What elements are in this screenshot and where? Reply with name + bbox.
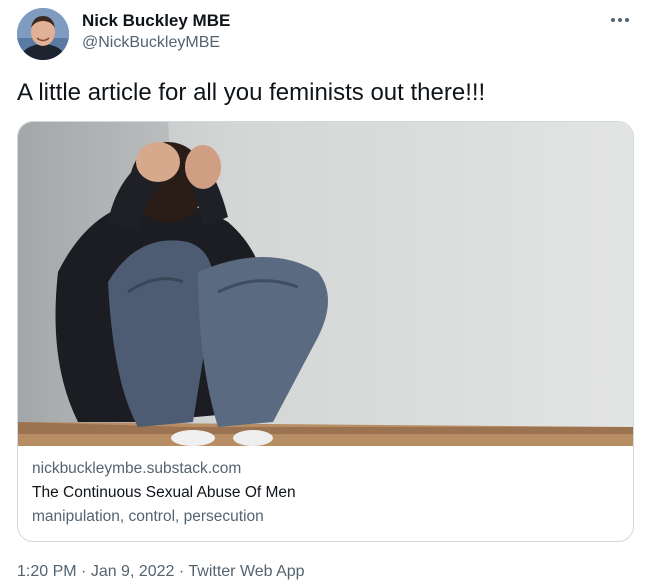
tweet: Nick Buckley MBE @NickBuckleyMBE A littl… (0, 0, 648, 588)
author-handle[interactable]: @NickBuckleyMBE (82, 33, 220, 53)
link-preview-card[interactable]: nickbuckleymbe.substack.com The Continuo… (17, 121, 634, 542)
tweet-date[interactable]: Jan 9, 2022 (91, 563, 175, 580)
more-horizontal-icon (611, 18, 629, 22)
tweet-time[interactable]: 1:20 PM (17, 563, 77, 580)
tweet-text: A little article for all you feminists o… (17, 79, 486, 106)
card-title: The Continuous Sexual Abuse Of Men (32, 484, 296, 501)
tweet-source: Twitter Web App (188, 563, 305, 580)
card-description: manipulation, control, persecution (32, 508, 264, 525)
tweet-meta: 1:20 PM · Jan 9, 2022 · Twitter Web App (17, 561, 305, 583)
card-domain: nickbuckleymbe.substack.com (32, 460, 242, 477)
meta-separator: · (174, 563, 189, 580)
author-name[interactable]: Nick Buckley MBE (82, 10, 230, 32)
card-image (18, 122, 633, 446)
meta-separator: · (76, 563, 91, 580)
more-options-button[interactable] (606, 10, 634, 30)
author-avatar[interactable] (17, 8, 69, 60)
